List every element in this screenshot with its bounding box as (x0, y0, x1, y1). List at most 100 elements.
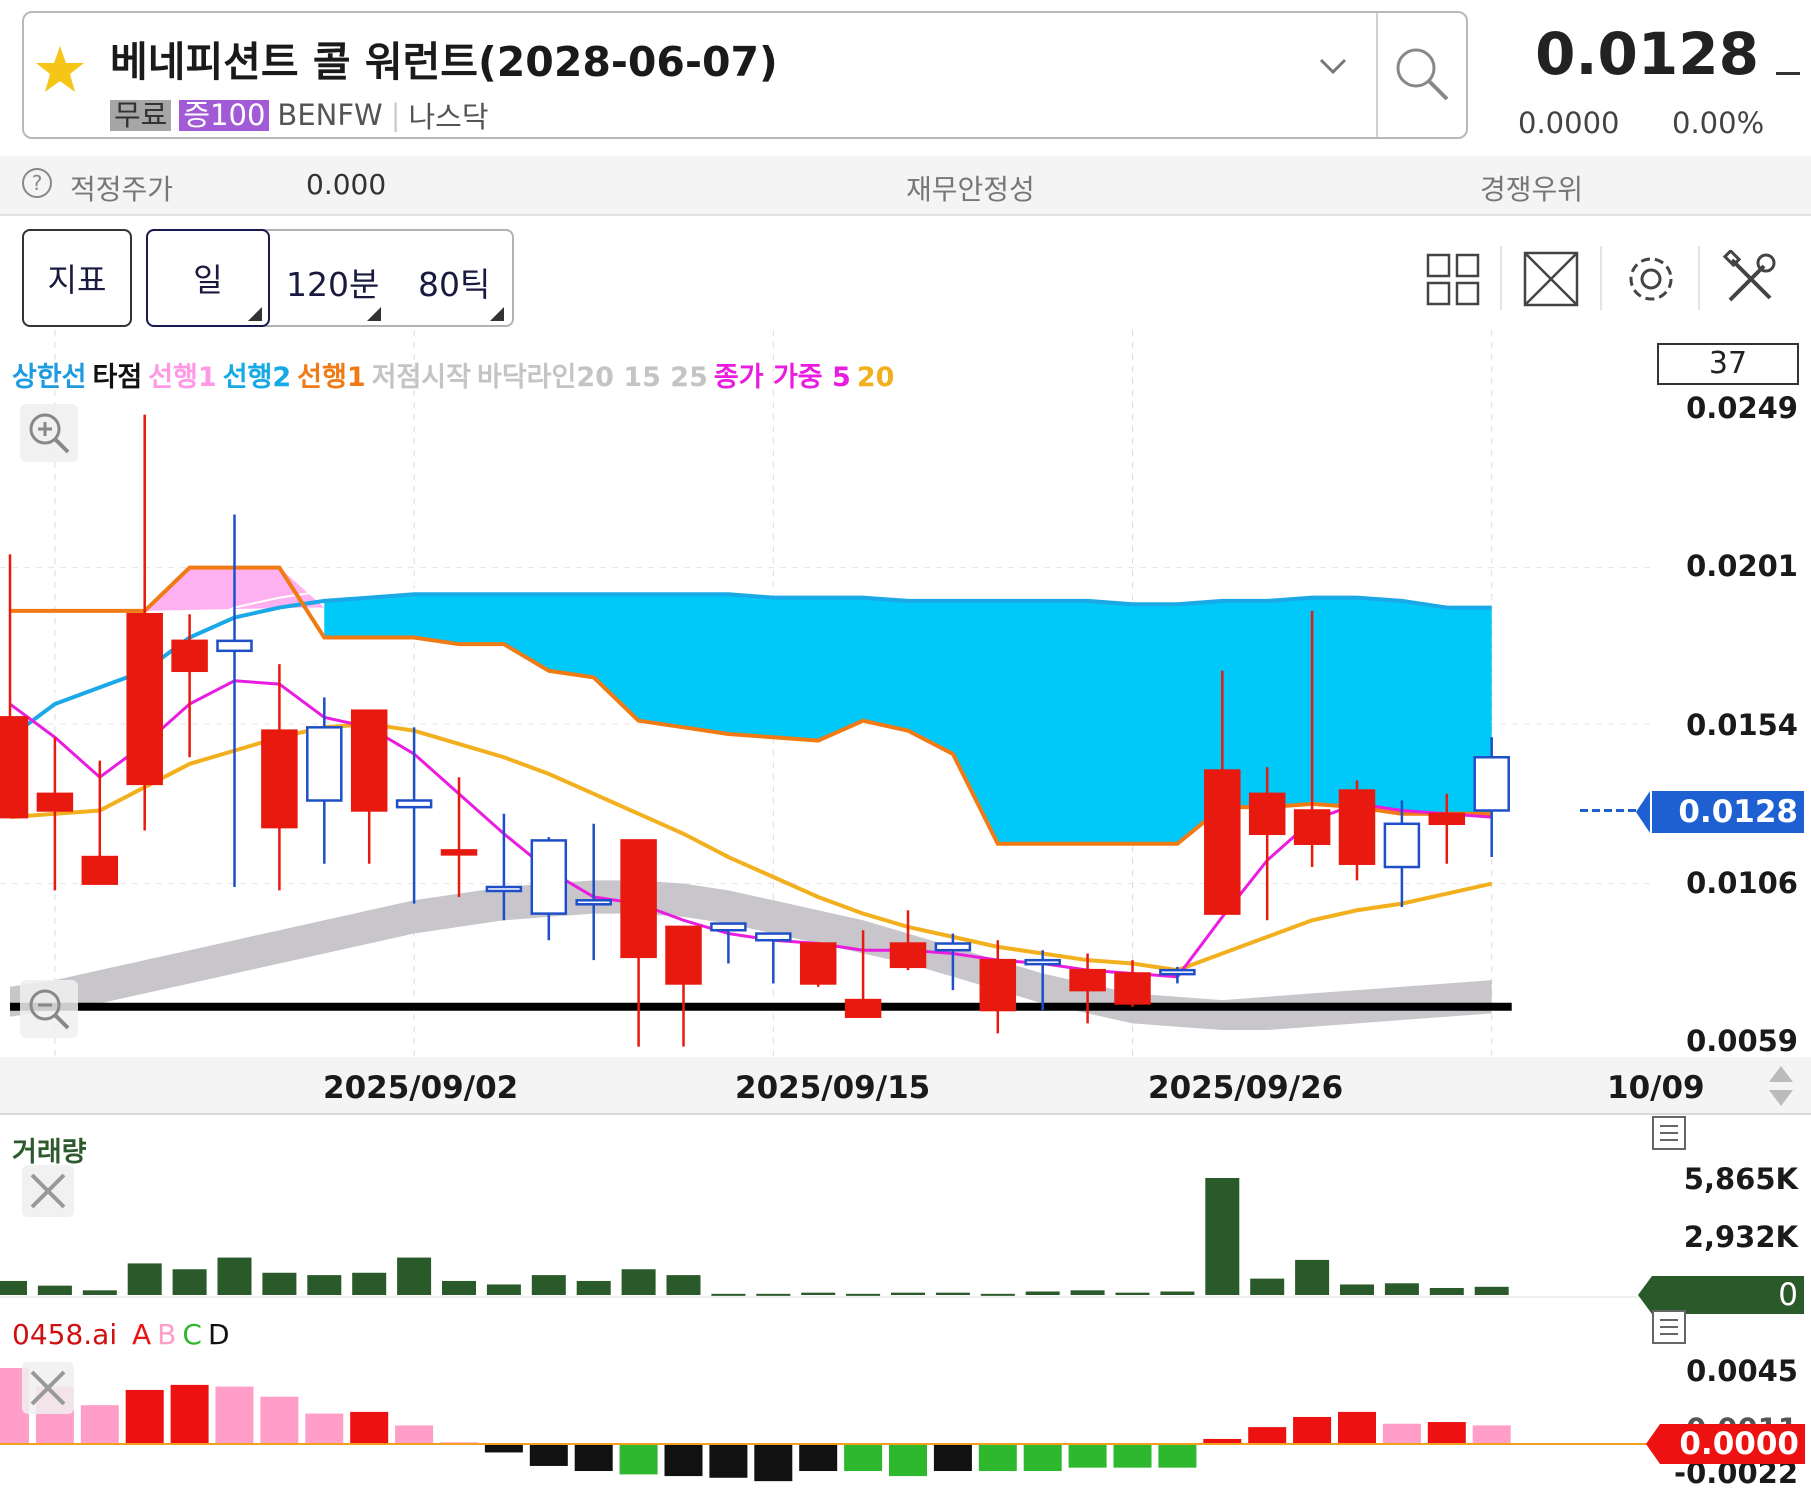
ai-bar (1248, 1427, 1287, 1444)
price-axis-tick: 0.0059 (1686, 1024, 1798, 1058)
price-chart[interactable] (0, 330, 1811, 1494)
zoom-in-icon[interactable] (20, 404, 78, 462)
favorite-star-icon[interactable] (34, 44, 86, 94)
ai-indicator-name: 0458.ai (12, 1318, 118, 1351)
price-change: 0.0000 (1518, 106, 1620, 140)
candle-body (620, 839, 657, 959)
ai-bar (529, 1444, 568, 1466)
volume-tag-arrow (1638, 1276, 1652, 1314)
volume-bar (397, 1257, 432, 1295)
financial-stability-link[interactable]: 재무안정성 (906, 168, 1035, 208)
volume-bar (935, 1292, 970, 1295)
chevron-down-icon[interactable] (1318, 56, 1348, 76)
axis-scroll-icon[interactable] (1766, 1064, 1796, 1108)
candle-body (216, 639, 253, 653)
ai-label: C (182, 1318, 202, 1351)
volume-bar (756, 1293, 791, 1296)
legend-item: 20 (856, 362, 895, 393)
fullscreen-icon[interactable] (1522, 250, 1580, 308)
ai-bar (170, 1384, 209, 1444)
volume-bar (442, 1280, 476, 1295)
candle-body (1383, 822, 1421, 869)
candle-body (530, 839, 568, 915)
zoom-out-icon[interactable] (20, 980, 78, 1038)
candle-body (126, 612, 163, 786)
volume-bar (531, 1275, 566, 1295)
candle-body (575, 899, 612, 906)
candle-body (844, 998, 882, 1018)
candle-body (440, 849, 478, 856)
price-underline (1776, 72, 1800, 75)
indicator-legend: 상한선 타점 선행1 선행2 선행1 저점시작 바닥라인20 15 25 종가 가중 5 20 (12, 355, 900, 394)
ai-bar (933, 1444, 972, 1472)
menu-icon[interactable] (1652, 1310, 1686, 1344)
ai-indicator-labels: ABCD (126, 1318, 230, 1351)
ai-bar (844, 1444, 883, 1472)
candle-body (799, 942, 837, 985)
volume-bar (1205, 1178, 1240, 1295)
ai-bar (305, 1413, 344, 1444)
volume-bar (0, 1280, 27, 1295)
tab-80tick[interactable]: 80틱 (418, 258, 490, 306)
volume-bar (217, 1257, 252, 1295)
cloud-area (324, 594, 1492, 844)
ai-bar (1113, 1444, 1152, 1468)
ai-bar (1338, 1411, 1376, 1444)
candle-body (755, 932, 792, 942)
indicator-button[interactable]: 지표 (22, 229, 132, 327)
search-icon[interactable] (1392, 44, 1452, 104)
ai-indicator-title: 0458.ai ABCD (12, 1318, 230, 1351)
legend-item: 선행1 (148, 362, 217, 393)
tab-day-label: 일 (193, 261, 223, 299)
volume-bar (262, 1272, 297, 1295)
ai-bar (1472, 1425, 1511, 1444)
ai-bar (215, 1386, 254, 1444)
volume-bar (307, 1275, 342, 1295)
candle-body (1159, 968, 1196, 976)
menu-icon[interactable] (1652, 1116, 1686, 1150)
volume-bar (1115, 1292, 1150, 1295)
tools-icon[interactable] (1722, 250, 1780, 308)
close-icon[interactable] (22, 1362, 74, 1414)
gear-icon[interactable] (1622, 250, 1680, 308)
competitive-edge-link[interactable]: 경쟁우위 (1480, 168, 1583, 208)
fair-value-label[interactable]: 적정주가 (70, 168, 173, 208)
current-price-tag: 0.0128 (1652, 791, 1804, 833)
ai-bar (1427, 1422, 1466, 1444)
tab-120min[interactable]: 120분 (286, 258, 379, 306)
price-axis-tick: 0.0249 (1686, 391, 1798, 425)
corner-triangle-icon (490, 307, 504, 321)
volume-axis-tick: 2,932K (1683, 1220, 1798, 1254)
candle-body (979, 958, 1017, 1012)
candle-body (485, 885, 523, 893)
ai-label: B (157, 1318, 177, 1351)
volume-bar (576, 1280, 611, 1295)
layout-grid-icon[interactable] (1425, 250, 1483, 308)
candle-body (261, 729, 298, 829)
ai-bar (1023, 1444, 1062, 1472)
candle-count[interactable]: 37 (1657, 343, 1799, 385)
candle-body (1428, 812, 1466, 826)
ai-tag-arrow (1646, 1424, 1660, 1464)
ai-bar (484, 1444, 523, 1453)
volume-bar (980, 1293, 1015, 1296)
ticker: BENFW (277, 98, 383, 132)
corner-triangle-icon (248, 307, 262, 321)
candle-body (710, 922, 747, 932)
volume-bar (37, 1285, 72, 1295)
price-axis-tick: 0.0201 (1686, 549, 1798, 583)
ai-bar (1293, 1416, 1332, 1444)
date-axis-tick: 2025/09/15 (735, 1070, 931, 1106)
volume-bar (82, 1290, 117, 1295)
legend-item: 바닥라인20 15 25 (477, 362, 708, 393)
help-icon[interactable]: ? (22, 168, 52, 198)
volume-bar (1474, 1286, 1509, 1295)
toolbar-divider (1500, 246, 1502, 310)
ai-bar (619, 1444, 658, 1475)
ai-bar (799, 1444, 838, 1472)
close-icon[interactable] (22, 1165, 74, 1217)
candle-body (1473, 756, 1510, 812)
candle-body (934, 942, 972, 952)
corner-triangle-icon (367, 307, 381, 321)
divider (1376, 13, 1378, 137)
